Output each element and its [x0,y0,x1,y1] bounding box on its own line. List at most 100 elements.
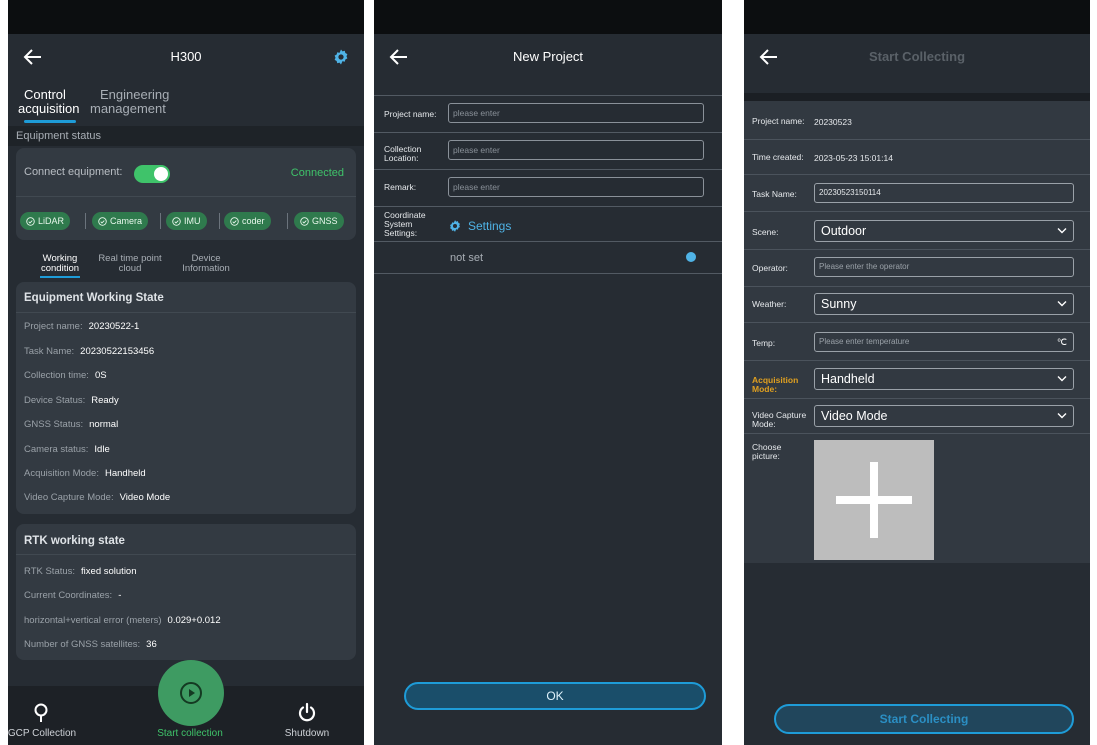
add-picture-button[interactable] [814,440,934,560]
check-circle-icon [300,216,309,226]
coordinate-status: not set [450,252,484,264]
ok-button[interactable]: OK [404,682,706,710]
chip-label: Camera [110,216,143,226]
screen-start-collecting: Start Collecting Project name: 20230523 … [744,0,1090,745]
gear-icon[interactable] [332,48,350,66]
nav-shutdown[interactable]: Shutdown [257,728,357,739]
chip-label: IMU [184,216,201,226]
info-value: Ready [91,395,119,406]
info-row: Current Coordinates: - [24,590,121,601]
section-label: Equipment status [16,130,101,142]
scene-select[interactable]: Outdoor [814,220,1074,242]
gear-icon[interactable] [448,219,462,233]
info-row: Camera status: Idle [24,444,110,455]
connect-toggle[interactable] [134,165,170,183]
info-label: Current Coordinates: [24,590,113,601]
status-bar [8,0,364,34]
collection-location-input[interactable]: please enter [448,140,704,160]
info-value: 20230522-1 [88,321,140,332]
start-collecting-button[interactable]: Start Collecting [774,704,1074,734]
label-line: Location: [384,153,419,163]
select-value: Handheld [821,372,875,386]
divider [160,213,161,229]
header: H300 [8,34,364,82]
field-label: Collection Location: [384,145,421,163]
info-label: Device Status: [24,395,86,406]
subtab-working-condition[interactable]: Working condition [28,254,92,274]
subtab-real-time-point-cloud[interactable]: Real time point cloud [98,254,162,274]
task-name-input[interactable]: 20230523150114 [814,183,1074,203]
label-line: picture: [752,451,780,461]
connection-status: Connected [290,167,344,179]
toggle-knob [154,167,168,181]
info-value: fixed solution [81,566,137,577]
divider [744,322,1090,323]
field-label: Project name: [384,109,437,119]
divider [744,249,1090,250]
start-collection-button[interactable] [158,660,224,726]
tab-engineering-management[interactable]: Engineering management [90,88,180,116]
subtab-label: cloud [118,263,142,274]
info-label: Video Capture Mode: [24,492,114,503]
nav-gcp-collection[interactable]: GCP Collection [8,728,92,739]
info-row: Project name: 20230522-1 [24,321,139,332]
subtab-device-information[interactable]: Device Information [174,254,238,274]
nav-start-collection[interactable]: Start collection [140,728,240,739]
tab-label: Engineering [100,87,170,102]
remark-input[interactable]: please enter [448,177,704,197]
divider [374,241,722,242]
tab-label: management [90,101,166,116]
operator-input[interactable]: Please enter the operator [814,257,1074,277]
divider [287,213,288,229]
header: New Project [374,34,722,82]
play-circle-icon [180,682,202,704]
chip-label: coder [242,216,265,226]
active-subtab-indicator [40,276,80,278]
chevron-down-icon [1057,228,1067,234]
select-value: Sunny [821,297,857,311]
header: Start Collecting [744,34,1090,82]
status-bar [374,0,722,34]
check-circle-icon [230,216,239,226]
location-pin-icon[interactable] [30,702,52,724]
chip-label: LiDAR [38,216,65,226]
scene-label: Scene: [752,227,779,237]
chevron-down-icon [1057,376,1067,382]
check-circle-icon [98,216,107,226]
info-label: Task Name: [24,346,75,357]
temp-input[interactable]: Please enter temperature ℃ [814,332,1074,352]
info-value: Video Mode [119,492,171,503]
acquisition-mode-select[interactable]: Handheld [814,368,1074,390]
settings-link[interactable]: Settings [468,219,511,233]
subtab-label: Information [182,263,230,274]
chip-imu: IMU [166,212,207,230]
video-capture-mode-label: Video Capture Mode: [752,411,806,429]
select-value: Outdoor [821,224,867,238]
divider [16,196,356,197]
working-state-title: Equipment Working State [24,292,164,304]
info-row: Device Status: Ready [24,395,119,406]
divider [219,213,220,229]
chip-lidar: LiDAR [20,212,71,230]
power-icon[interactable] [296,702,318,724]
info-row: RTK Status: fixed solution [24,566,137,577]
acquisition-mode-label: Acquisition Mode: [752,376,798,394]
divider [744,139,1090,140]
project-name-value: 20230523 [814,117,852,127]
info-value: 20230522153456 [80,346,155,357]
operator-label: Operator: [752,263,788,273]
info-value: 0.029+0.012 [167,615,221,626]
project-name-input[interactable]: please enter [448,103,704,123]
video-capture-mode-select[interactable]: Video Mode [814,405,1074,427]
info-row: horizontal+vertical error (meters) 0.029+… [24,615,221,626]
temp-label: Temp: [752,338,776,348]
weather-select[interactable]: Sunny [814,293,1074,315]
label-line: Settings: [384,228,418,238]
coordinate-settings-label: Coordinate System Settings: [384,211,426,238]
task-name-label: Task Name: [752,189,797,199]
active-tab-indicator [24,120,76,123]
divider [16,554,356,555]
rtk-state-title: RTK working state [24,535,125,547]
radio-indicator[interactable] [686,252,696,262]
info-label: GNSS Status: [24,419,84,430]
